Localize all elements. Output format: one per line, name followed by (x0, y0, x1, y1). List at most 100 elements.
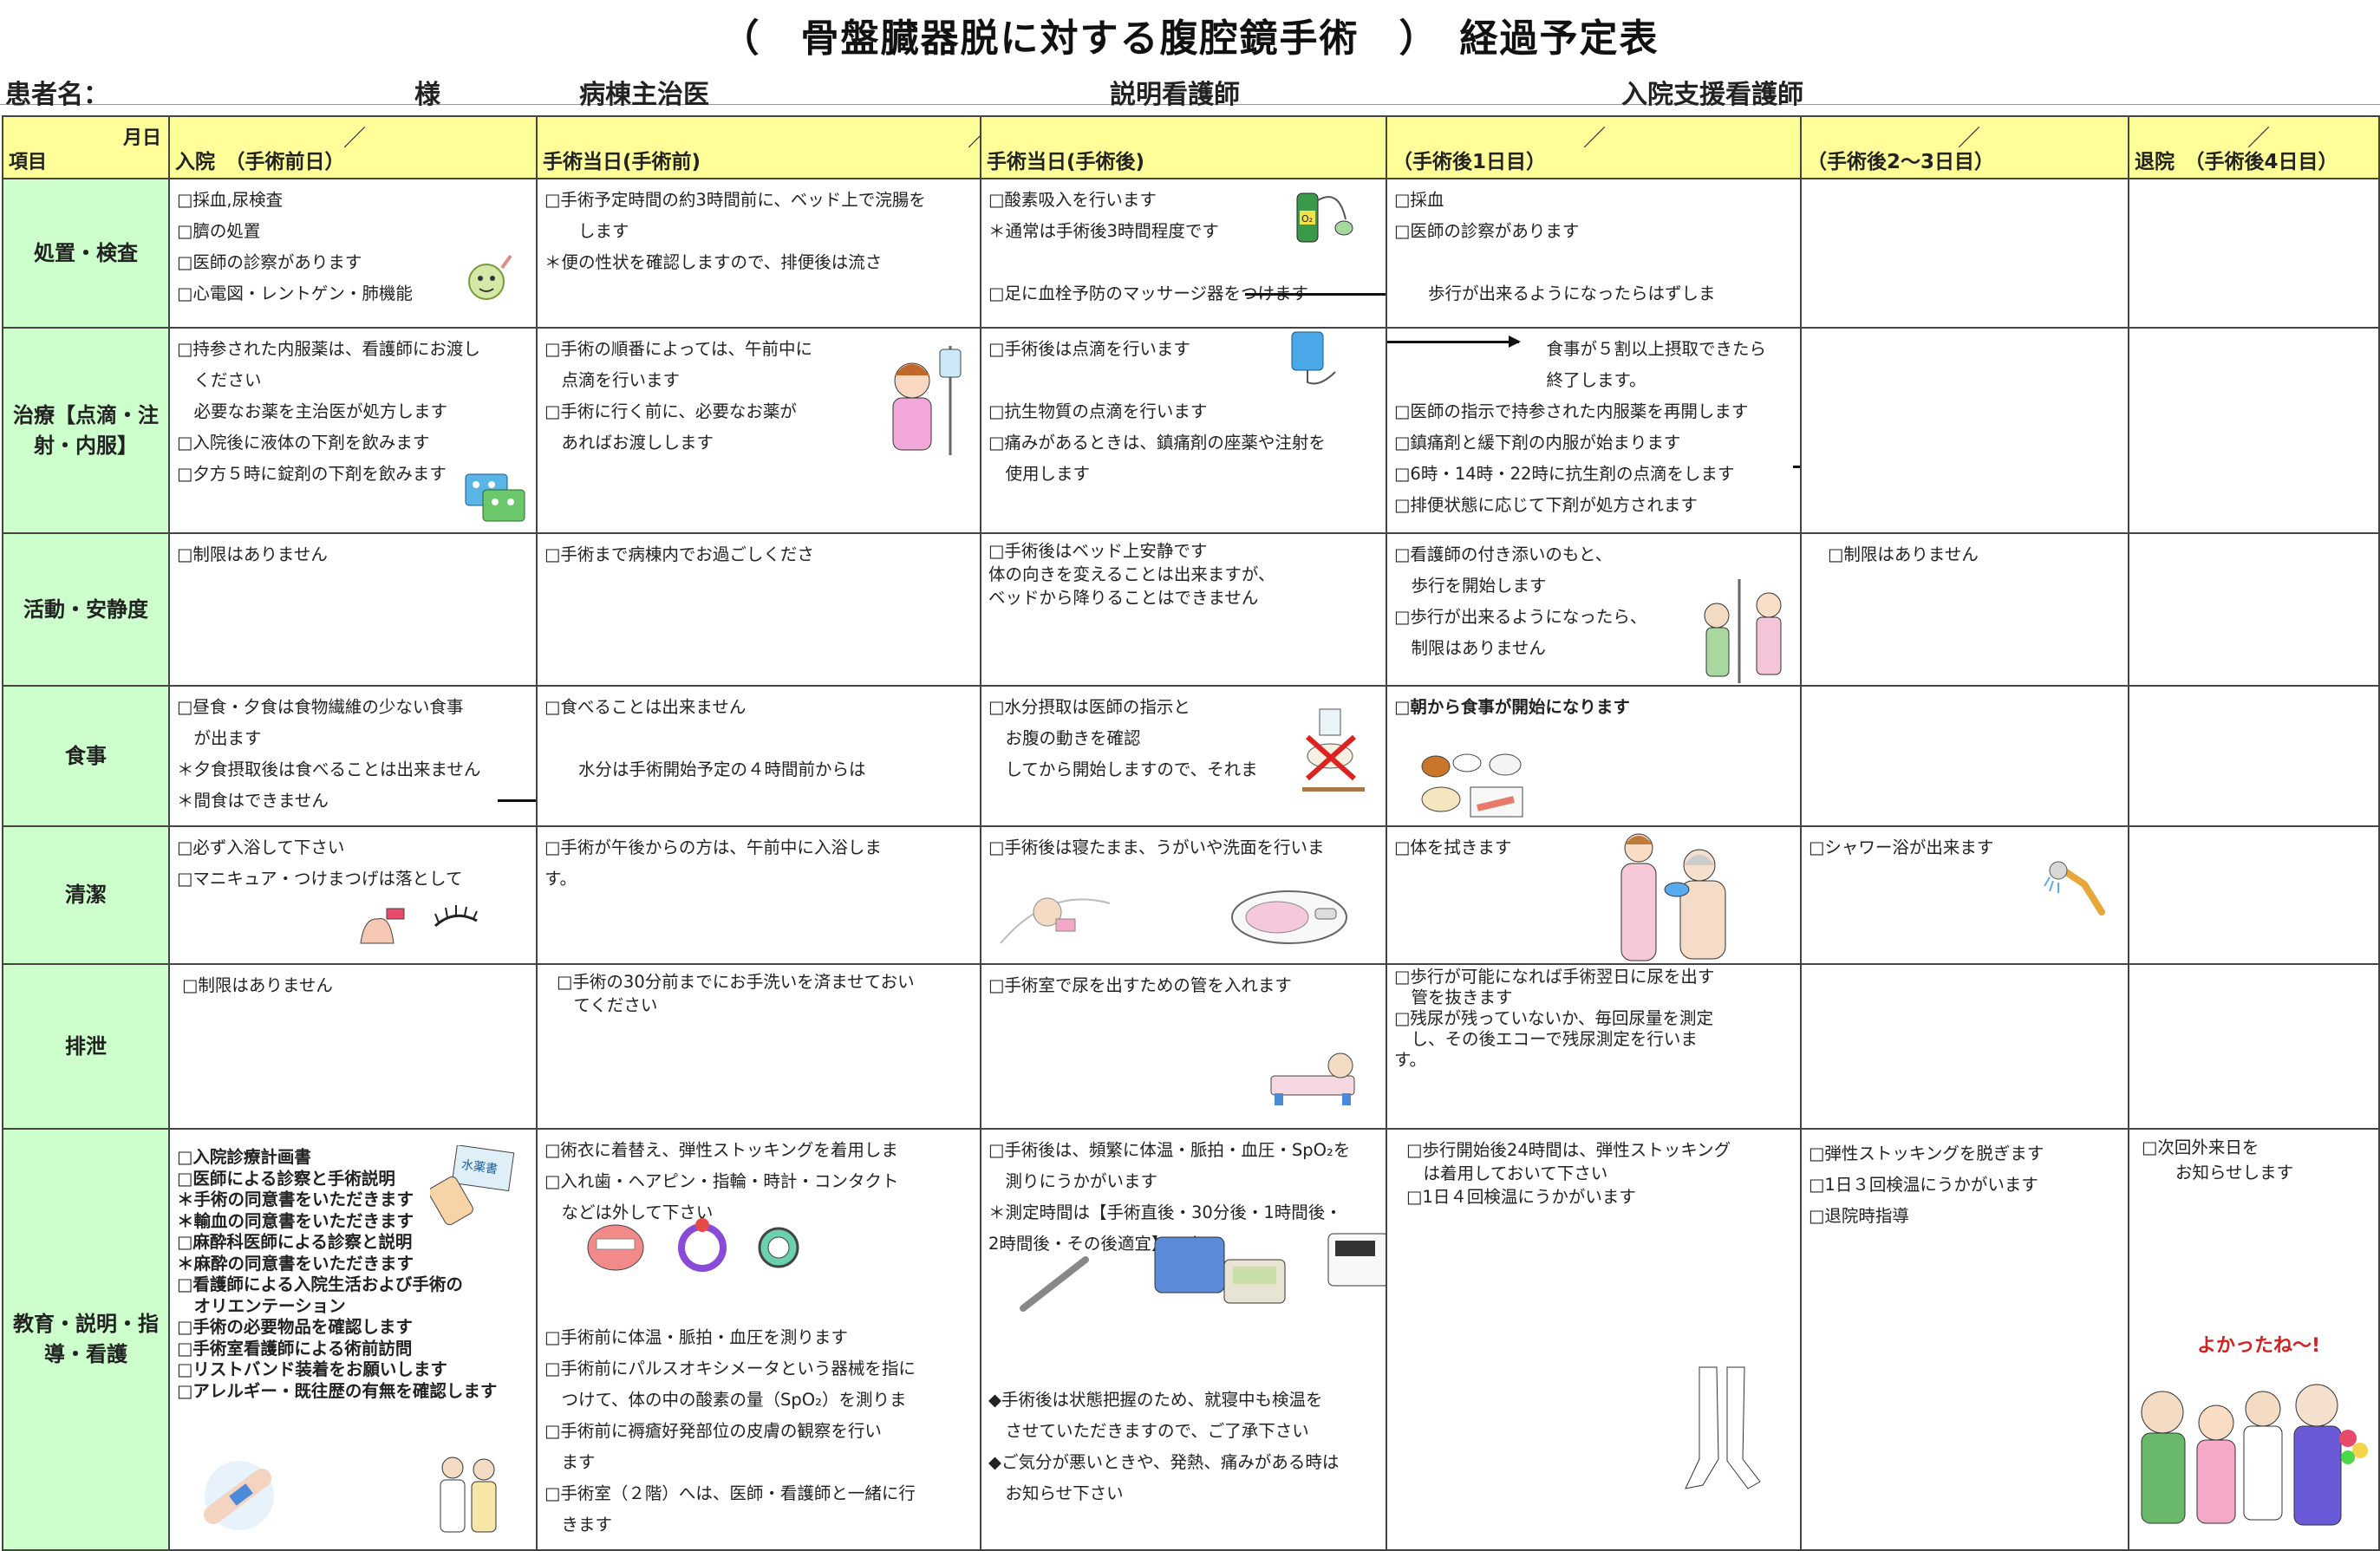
column-header-discharge: ／ 退院 （手術後4日目） (2128, 115, 2380, 179)
celebrate-label: よかったね〜! (2197, 1335, 2320, 1357)
cell-text: □必ず入浴して下さい □マニキュア・つけまつげは落として (177, 837, 463, 889)
sama-label: 様 (414, 80, 440, 110)
column-label: 手術当日(手術前) (543, 151, 701, 173)
cell-text: □弾性ストッキングを脱ぎます □1日３回検温にうかがいます □退院時指導 (1809, 1144, 2044, 1226)
thermometer-and-bp-monitor-icon (1020, 1233, 1385, 1312)
cell: □手術の30分前までにお手洗いを済ませておい てください (536, 963, 981, 1130)
cell (1800, 685, 2129, 827)
cell-text: □歩行が可能になれば手術翌日に尿を出す 管を抜きます □残尿が残っていないか、毎… (1394, 967, 1715, 1070)
cell: □手術後は寝たまま、うがいや洗面を行いま (980, 825, 1387, 965)
cell-text (1803, 180, 2127, 185)
cell: □採血,尿検査 □臍の処置 □医師の診察があります □心電図・レントゲン・肺機能 (168, 178, 538, 329)
cell-text (1803, 688, 2127, 692)
column-label: （手術後2～3日目） (1807, 151, 1995, 173)
cell: □持参された内服薬は、看護師にお渡し ください 必要なお薬を主治医が処方します … (168, 327, 538, 534)
column-label: 退院 （手術後4日目） (2135, 151, 2338, 173)
meal-tray-icon (1421, 753, 1523, 818)
cell (2128, 685, 2380, 827)
shower-icon (2044, 861, 2105, 916)
no-food-icon (1302, 708, 1365, 792)
patient-with-catheter-icon (1270, 1052, 1355, 1105)
ward-doctor-label: 病棟主治医 (579, 80, 709, 110)
cell-text: □術衣に着替え、弾性ストッキングを着用しま □入れ歯・ヘアピン・指輪・時計・コン… (544, 1140, 916, 1535)
explain-nurse-label: 説明看護師 (1110, 80, 1240, 110)
cell: □制限はありません (168, 963, 538, 1130)
cell: □看護師の付き添いのもと、 歩行を開始します □歩行が出来るようになったら、 制… (1386, 532, 1802, 687)
cell-text (2130, 180, 2377, 185)
cell: □入院診療計画書 □医師による診察と手術説明 ＊手術の同意書をいただきます ＊輸… (168, 1128, 538, 1551)
cell: □手術まで病棟内でお過ごしくださ (536, 532, 981, 687)
cell (2128, 178, 2380, 329)
cell: □手術後は点滴を行います □抗生物質の点滴を行います □痛みがあるときは、鎮痛剤… (980, 327, 1387, 534)
cell: □歩行が可能になれば手術翌日に尿を出す 管を抜きます □残尿が残っていないか、毎… (1386, 963, 1802, 1130)
arrow-continues (1245, 293, 1385, 296)
cell: □次回外来日を お知らせします よかったね〜! (2128, 1128, 2380, 1551)
cell: □術衣に着替え、弾性ストッキングを着用しま □入れ歯・ヘアピン・指輪・時計・コン… (536, 1128, 981, 1551)
cell-text (2130, 688, 2377, 692)
arrow-continues (498, 799, 535, 802)
cell-text: □朝から食事が開始になります (1394, 697, 1630, 717)
cell: □手術室で尿を出すための管を入れます (980, 963, 1387, 1130)
column-header-surgery-day-before: ／ 手術当日(手術前) (536, 115, 981, 179)
cell-text: □手術後は寝たまま、うがいや洗面を行いま (988, 837, 1325, 857)
cell: □水分摂取は医師の指示と お腹の動きを確認 してから開始しますので、それま (980, 685, 1387, 827)
cell-text: □手術室で尿を出すための管を入れます (988, 975, 1292, 995)
nurse-walking-with-patient-icon (1704, 579, 1782, 683)
row-therapy: 治療【点滴・注射・内服】 □持参された内服薬は、看護師にお渡し ください 必要な… (2, 327, 2380, 534)
cell-text: □食べることは出来ません 水分は手術開始予定の４時間前からは (544, 697, 866, 779)
date-slash: ／ (1583, 126, 1607, 152)
cell: □昼食・夕食は食物繊維の少ない食事 が出ます ＊夕食摂取後は食べることは出来ませ… (168, 685, 538, 827)
row-meals: 食事 □昼食・夕食は食物繊維の少ない食事 が出ます ＊夕食摂取後は食べることは出… (2, 685, 2380, 827)
page-title: （ 骨盤臓器脱に対する腹腔鏡手術 ） 経過予定表 (721, 16, 1659, 61)
schedule-table: 月日 項目 ／ 入院 （手術前日） ／ 手術当日(手術前) 手術当日(手術後) … (2, 115, 2380, 1551)
doctor-and-patient-icon (440, 1457, 497, 1533)
column-header-postop-day2-3: ／ （手術後2～3日目） (1800, 115, 2129, 179)
row-excretion: 排泄 □制限はありません □手術の30分前までにお手洗いを済ませておい てくださ… (2, 963, 2380, 1130)
cell-text (2130, 329, 2377, 334)
cell: □手術後は、頻繁に体温・脈拍・血圧・SpO₂を 測りにうかがいます ＊測定時間は… (980, 1128, 1387, 1551)
cell-text (1803, 966, 2127, 970)
cell-text: □昼食・夕食は食物繊維の少ない食事 が出ます ＊夕食摂取後は食べることは出来ませ… (177, 697, 481, 811)
cell: □必ず入浴して下さい □マニキュア・つけまつげは落として (168, 825, 538, 965)
washbasin-icon (1231, 890, 1347, 944)
cell: 食事が５割以上摂取できたら 終了します。 □医師の指示で持参された内服薬を再開し… (1386, 327, 1802, 534)
svg-text:O₂: O₂ (1301, 213, 1313, 225)
row-education: 教育・説明・指導・看護 □入院診療計画書 □医師による診察と手術説明 ＊手術の同… (2, 1128, 2380, 1551)
date-slash: ／ (968, 121, 979, 153)
nurse-with-iv-drip-icon (892, 346, 962, 455)
cell-text (2130, 828, 2377, 832)
cell-text: □手術まで病棟内でお過ごしくださ (544, 544, 814, 564)
cell (1800, 963, 2129, 1130)
cell-text: □採血 □医師の診察があります 歩行が出来るようになったらはずしま (1394, 190, 1716, 303)
cell: □シャワー浴が出来ます (1800, 825, 2129, 965)
column-header-admission: ／ 入院 （手術前日） (168, 115, 538, 179)
column-header-surgery-day-after: 手術当日(手術後) (980, 115, 1387, 179)
row-label: 食事 (2, 685, 170, 827)
row-activity: 活動・安静度 □制限はありません □手術まで病棟内でお過ごしくださ □手術後はベ… (2, 532, 2380, 687)
cell (1800, 327, 2129, 534)
cell: □朝から食事が開始になります (1386, 685, 1802, 827)
column-header-postop-day1: ／ （手術後1日目） (1386, 115, 1802, 179)
wristband-icon (204, 1461, 274, 1530)
arrow-antibiotic-continues (1793, 466, 1799, 468)
date-slash: ／ (343, 126, 367, 152)
cell-text: □持参された内服薬は、看護師にお渡し ください 必要なお薬を主治医が処方します … (177, 339, 480, 484)
nurse-wiping-patient-icon (1620, 833, 1726, 961)
admission-nurse-label: 入院支援看護師 (1621, 80, 1803, 110)
column-label: 入院 （手術前日） (175, 151, 345, 173)
cell-text: □制限はありません (177, 544, 328, 564)
cell-text: □制限はありません (182, 975, 333, 995)
germ-character-icon (468, 254, 512, 300)
oxygen-tank-icon: O₂ (1296, 192, 1353, 243)
row-label: 清潔 (2, 825, 170, 965)
cell: □歩行開始後24時間は、弾性ストッキング は着用しておいて下さい □1日４回検温… (1386, 1128, 1802, 1551)
row-hygiene: 清潔 □必ず入浴して下さい □マニキュア・つけまつげは落として □手術が午後から… (2, 825, 2380, 965)
cell-text: □制限はありません (1828, 544, 1979, 564)
cell-text: 食事が５割以上摂取できたら 終了します。 □医師の指示で持参された内服薬を再開し… (1394, 339, 1767, 515)
cell-text: □次回外来日を お知らせします (2142, 1137, 2294, 1183)
patient-name-label: 患者名： (5, 80, 109, 110)
cell-text: □手術の30分前までにお手洗いを済ませておい てください (557, 972, 915, 1015)
row-label: 排泄 (2, 963, 170, 1130)
column-label: （手術後1日目） (1392, 151, 1547, 173)
cell (2128, 532, 2380, 687)
